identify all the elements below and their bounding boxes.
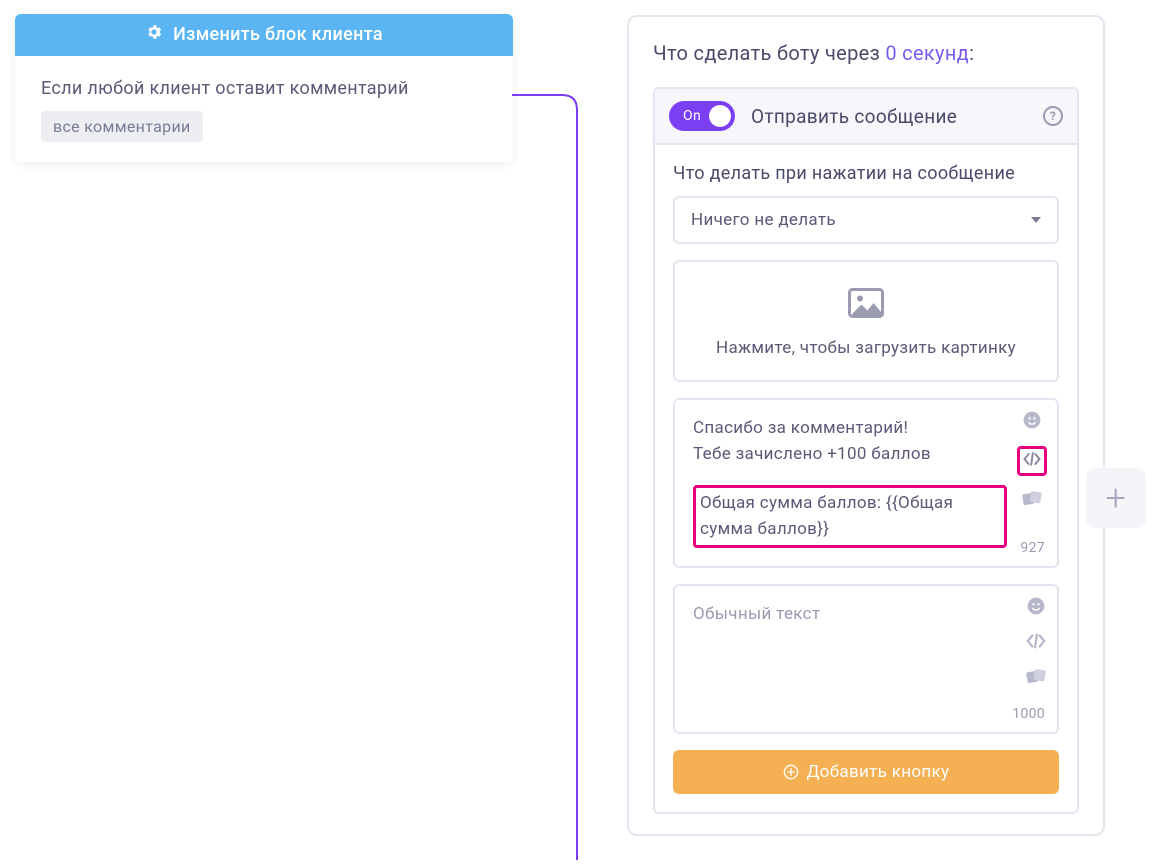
panel-title: Что сделать боту через 0 секунд: xyxy=(653,41,1079,65)
emoji-icon[interactable] xyxy=(1022,410,1042,434)
add-button-label: Добавить кнопку xyxy=(807,762,950,782)
action-title: Отправить сообщение xyxy=(751,105,1043,128)
on-press-select[interactable]: Ничего не делать xyxy=(673,196,1059,244)
gear-icon xyxy=(145,23,163,46)
flow-connector xyxy=(512,90,632,860)
code-variable-icon[interactable] xyxy=(1017,446,1047,476)
trigger-description: Если любой клиент оставит комментарий xyxy=(41,78,487,99)
plus-icon: + xyxy=(1106,477,1127,519)
help-icon[interactable]: ? xyxy=(1043,106,1063,126)
dice-icon[interactable] xyxy=(1025,666,1047,692)
dice-icon[interactable] xyxy=(1021,488,1043,514)
edit-client-block-label: Изменить блок клиента xyxy=(173,24,383,45)
on-press-label: Что делать при нажатии на сообщение xyxy=(673,163,1059,184)
edit-client-block-button[interactable]: Изменить блок клиента xyxy=(15,14,513,56)
toggle-label: On xyxy=(683,108,701,124)
msg1-line2: Тебе зачислено +100 баллов xyxy=(693,442,1007,468)
send-message-action: On Отправить сообщение ? Что делать при … xyxy=(653,87,1079,814)
upload-label: Нажмите, чтобы загрузить картинку xyxy=(685,338,1047,358)
plus-circle-icon xyxy=(783,764,799,780)
action-header: On Отправить сообщение ? xyxy=(655,89,1077,145)
delay-seconds[interactable]: 0 секунд xyxy=(885,41,969,65)
action-toggle[interactable]: On xyxy=(669,101,735,131)
code-variable-icon[interactable] xyxy=(1025,632,1047,654)
action-body: Что делать при нажатии на сообщение Ниче… xyxy=(655,145,1077,812)
panel-title-prefix: Что сделать боту через xyxy=(653,41,885,65)
image-icon xyxy=(848,288,884,318)
message-textarea-1[interactable]: Спасибо за комментарий! Тебе зачислено +… xyxy=(673,398,1059,568)
select-value: Ничего не делать xyxy=(691,210,836,230)
add-step-button[interactable]: + xyxy=(1086,468,1146,528)
msg1-variable-highlight: Общая сумма баллов: {{Общая сумма баллов… xyxy=(693,485,1007,548)
msg1-line1: Спасибо за комментарий! xyxy=(693,416,1007,442)
panel-title-suffix: : xyxy=(969,41,974,65)
client-block-card: Изменить блок клиента Если любой клиент … xyxy=(15,14,513,162)
trigger-filter-tag[interactable]: все комментарии xyxy=(41,111,203,142)
msg2-placeholder: Обычный текст xyxy=(693,602,1007,628)
msg1-tools xyxy=(1017,410,1047,514)
chevron-down-icon xyxy=(1031,217,1041,223)
emoji-icon[interactable] xyxy=(1026,596,1046,620)
add-button-button[interactable]: Добавить кнопку xyxy=(673,750,1059,794)
bot-action-panel: Что сделать боту через 0 секунд: On Отпр… xyxy=(627,15,1105,836)
msg2-tools xyxy=(1025,596,1047,692)
image-upload-area[interactable]: Нажмите, чтобы загрузить картинку xyxy=(673,260,1059,382)
msg2-char-count: 1000 xyxy=(1012,706,1045,722)
client-block-body: Если любой клиент оставит комментарий вс… xyxy=(15,56,513,162)
msg1-char-count: 927 xyxy=(1020,540,1045,556)
message-textarea-2[interactable]: Обычный текст 1000 xyxy=(673,584,1059,734)
toggle-knob xyxy=(709,105,731,127)
